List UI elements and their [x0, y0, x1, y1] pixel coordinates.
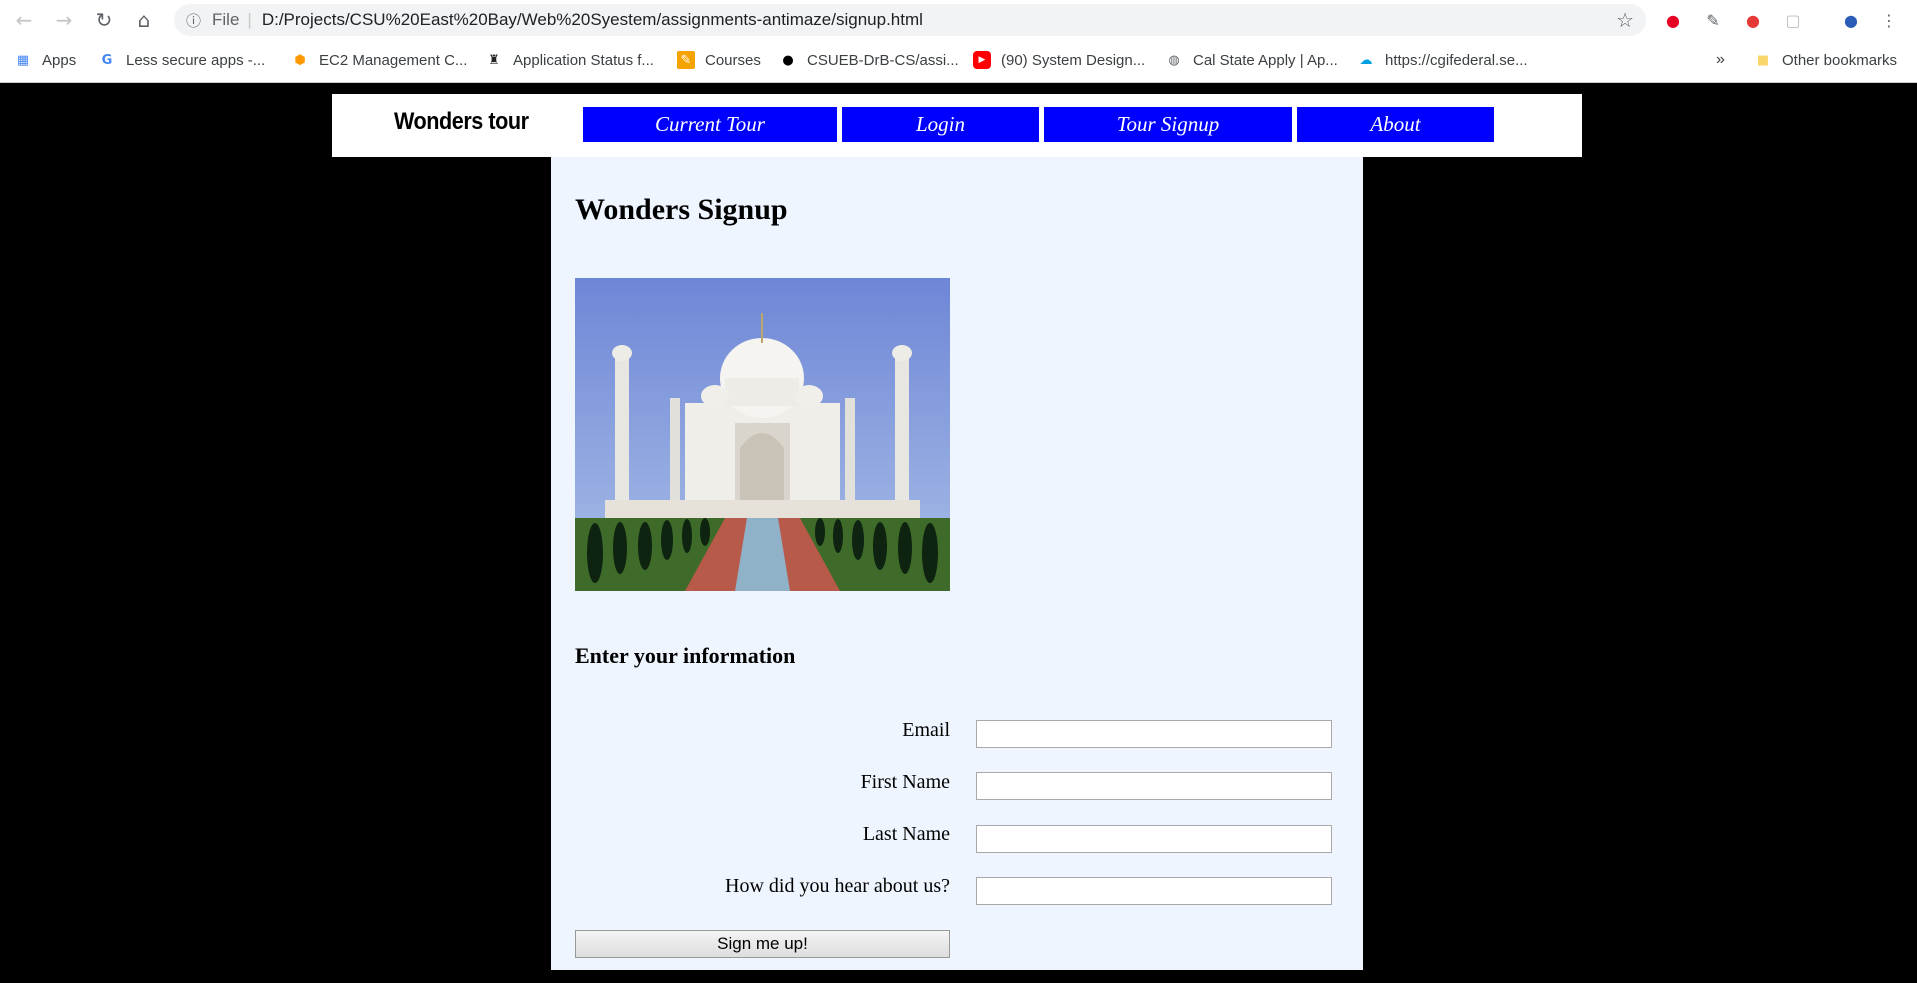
extension-red-icon[interactable]: ●: [1740, 7, 1766, 33]
globe-icon: ◍: [1168, 52, 1180, 68]
address-bar[interactable]: ⓘ File | D:/Projects/CSU%20East%20Bay/We…: [174, 4, 1646, 36]
bookmark-item[interactable]: ▦ Apps: [14, 51, 76, 69]
pinterest-icon[interactable]: ●: [1660, 7, 1686, 33]
back-icon[interactable]: ←: [4, 0, 44, 40]
google-icon: G: [101, 52, 113, 68]
bookmark-item[interactable]: ⬢ EC2 Management C...: [291, 51, 467, 69]
signup-submit-button[interactable]: Sign me up!: [575, 930, 950, 958]
last-name-label: Last Name: [862, 823, 950, 845]
profile-avatar-icon[interactable]: ●: [1838, 7, 1864, 33]
form-heading: Enter your information: [575, 643, 796, 668]
referral-label: How did you hear about us?: [725, 875, 950, 897]
folder-icon: ■: [1756, 52, 1770, 68]
bookmark-label: CSUEB-DrB-CS/assi...: [807, 51, 959, 69]
bookmark-label: Application Status f...: [513, 51, 654, 69]
bookmark-label: https://cgifederal.se...: [1385, 51, 1528, 69]
referral-field[interactable]: [976, 877, 1332, 905]
last-name-field[interactable]: [976, 825, 1332, 853]
github-icon: ●: [782, 52, 794, 68]
browser-toolbar: ← → ↻ ⌂ ⓘ File | D:/Projects/CSU%20East%…: [0, 0, 1917, 41]
bookmark-item[interactable]: ✎ Courses: [677, 51, 761, 69]
email-field[interactable]: [976, 720, 1332, 748]
url-scheme: File: [212, 10, 240, 29]
extension-blank-icon[interactable]: ▢: [1780, 7, 1806, 33]
bookmark-item[interactable]: ● CSUEB-DrB-CS/assi...: [779, 51, 959, 69]
signup-main: Wonders Signup Enter your information Em…: [551, 157, 1363, 970]
aws-cube-icon: ⬢: [294, 52, 306, 68]
bookmark-item[interactable]: ◍ Cal State Apply | Ap...: [1165, 51, 1338, 69]
bookmark-label: Courses: [705, 51, 761, 69]
nav-login[interactable]: Login: [842, 107, 1039, 142]
bookmarks-bar: ▦ Apps G Less secure apps -... ⬢ EC2 Man…: [0, 41, 1917, 83]
forward-icon[interactable]: →: [44, 0, 84, 40]
bookmark-item[interactable]: ☁ https://cgifederal.se...: [1357, 51, 1528, 69]
bookmark-item[interactable]: ▶ (90) System Design...: [973, 51, 1145, 69]
bookmark-item[interactable]: G Less secure apps -...: [98, 51, 266, 69]
nav-current-tour[interactable]: Current Tour: [583, 107, 837, 142]
other-bookmarks-label: Other bookmarks: [1782, 51, 1898, 69]
youtube-icon: ▶: [973, 51, 991, 69]
site-header: Wonders tour Current Tour Login Tour Sig…: [332, 94, 1582, 157]
taj-mahal-image: [575, 278, 950, 591]
bookmark-item[interactable]: ♜ Application Status f...: [485, 51, 654, 69]
url-text: D:/Projects/CSU%20East%20Bay/Web%20Syest…: [261, 10, 923, 29]
bookmark-label: Apps: [42, 51, 77, 69]
eyedropper-icon[interactable]: ✎: [1700, 7, 1726, 33]
reload-icon[interactable]: ↻: [84, 0, 124, 40]
nav-tour-signup[interactable]: Tour Signup: [1044, 107, 1292, 142]
bookmark-label: Less secure apps -...: [126, 51, 266, 69]
first-name-label: First Name: [860, 771, 950, 793]
home-icon[interactable]: ⌂: [124, 0, 164, 40]
other-bookmarks-folder[interactable]: ■ Other bookmarks: [1754, 51, 1897, 69]
apps-grid-icon: ▦: [16, 52, 30, 68]
first-name-field[interactable]: [976, 772, 1332, 800]
info-icon[interactable]: ⓘ: [186, 10, 208, 31]
menu-kebab-icon[interactable]: ⋮: [1876, 7, 1902, 33]
site-brand: Wonders tour: [394, 108, 529, 135]
status-icon: ♜: [488, 52, 500, 68]
bookmark-label: (90) System Design...: [1001, 51, 1146, 69]
cloud-icon: ☁: [1359, 52, 1373, 68]
bookmark-label: Cal State Apply | Ap...: [1193, 51, 1338, 69]
bookmark-label: EC2 Management C...: [319, 51, 468, 69]
url-separator: |: [247, 10, 252, 29]
nav-about[interactable]: About: [1297, 107, 1494, 142]
page-title: Wonders Signup: [575, 193, 788, 226]
bookmark-star-icon[interactable]: ☆: [1616, 8, 1634, 32]
pencil-icon: ✎: [677, 51, 695, 69]
email-label: Email: [902, 719, 950, 741]
bookmarks-overflow-button[interactable]: »: [1716, 51, 1725, 69]
